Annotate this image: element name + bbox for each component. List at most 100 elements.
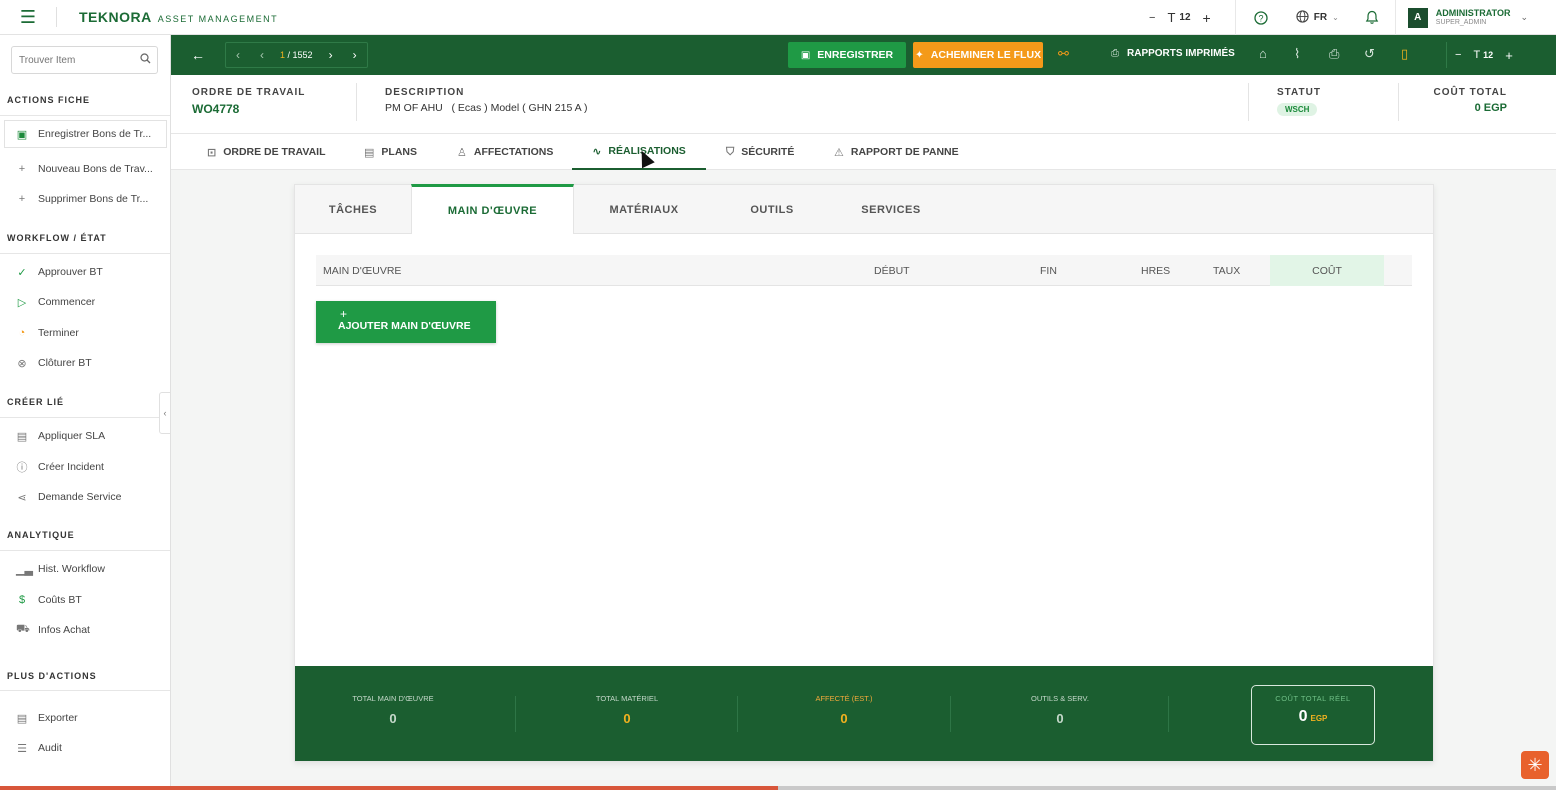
total-tools-label: OUTILS & SERV. [1031,694,1089,703]
play-icon: ▷ [17,296,27,309]
search-icon[interactable] [140,53,151,67]
previous-page-icon[interactable]: ‹ [250,48,274,62]
divider [1248,83,1249,121]
tab-safety[interactable]: ⛉ SÉCURITÉ [726,134,794,170]
sidebar-item-label: Appliquer SLA [38,430,106,442]
bell-icon[interactable] [1349,0,1395,35]
route-workflow-label: ACHEMINER LE FLUX [930,49,1042,61]
subtab-tasks[interactable]: TÂCHES [295,185,411,234]
total-material-label: TOTAL MATÉRIEL [595,694,659,703]
section-analytics-heading: ANALYTIQUE [7,530,75,540]
sidebar-item-service[interactable]: ⋖ Demande Service [0,483,170,511]
language-selector[interactable]: FR ⌄ [1286,0,1349,35]
subtab-labor[interactable]: MAIN D'ŒUVRE [411,184,574,234]
back-arrow-icon[interactable]: ← [171,35,225,75]
tab-failure-report[interactable]: ⚠ RAPPORT DE PANNE [834,134,959,170]
sidebar-item-finish[interactable]: ◔ Terminer [0,319,170,347]
chevron-down-icon: ⌄ [1332,13,1339,22]
description-label: DESCRIPTION [385,87,465,98]
real-total-label: COÛT TOTAL RÉEL [1275,694,1351,703]
subtab-services[interactable]: SERVICES [843,185,939,234]
sidebar-item-start[interactable]: ▷ Commencer [0,288,170,316]
sidebar-item-audit[interactable]: ☰ Audit [0,734,170,762]
top-right-controls: − T 12 + ? FR ⌄ A ADMINISTRATOR SUPER_AD… [1139,0,1556,35]
list-icon: ☰ [17,742,27,755]
printed-reports-button[interactable]: RAPPORTS IMPRIMÉS [1127,48,1235,59]
shield-icon: ⛉ [726,145,735,158]
tab-assignments[interactable]: ♙ AFFECTATIONS [457,134,553,170]
column-start: DÉBUT [874,264,910,277]
help-icon[interactable]: ? [1236,0,1286,35]
divider [737,696,738,732]
font-size-icon: T [1167,10,1176,25]
close-circle-icon: ⊗ [17,357,27,370]
toolbar-font-control: − T 12 + [1446,42,1513,68]
tag-icon[interactable]: ⌂ [1259,46,1267,61]
sidebar-item-label: Coûts BT [38,594,82,606]
user-name: ADMINISTRATOR [1435,7,1511,18]
sidebar-item-export[interactable]: ▤ Exporter [0,704,170,732]
route-workflow-button[interactable]: ✦ ACHEMINER LE FLUX [913,42,1043,68]
sidebar-item-new[interactable]: + Nouveau Bons de Trav... [0,155,170,183]
tab-work-order[interactable]: ⊡ ORDRE DE TRAVAIL [207,134,326,170]
sub-tabs: TÂCHES MAIN D'ŒUVRE MATÉRIAUX OUTILS SER… [295,184,1433,234]
font-size-icon: T [1473,49,1481,61]
work-order-status: STATUT WSCH [1277,87,1321,116]
column-hours: HRES [1141,264,1171,277]
work-order-value: WO4778 [192,102,240,116]
sidebar-item-label: Audit [38,742,62,754]
search-input[interactable] [19,54,129,66]
assistant-icon[interactable]: ✳ [1521,751,1549,779]
tab-plans[interactable]: ▤ PLANS [364,134,417,170]
decrease-font-icon[interactable]: − [1149,12,1155,24]
last-page-icon[interactable]: › [343,48,367,62]
history-icon[interactable]: ↺ [1364,46,1375,62]
decrease-font-icon[interactable]: − [1455,49,1461,61]
sidebar-item-incident[interactable]: ⓘ Créer Incident [0,453,170,481]
real-total-currency: EGP [1310,714,1328,723]
sidebar-item-save[interactable]: ▣ Enregistrer Bons de Tr... [4,120,167,148]
total-material: TOTAL MATÉRIEL 0 [567,694,687,726]
increase-font-icon[interactable]: + [1203,10,1211,26]
real-total-value: 0 EGP [1252,708,1374,726]
attachment-icon[interactable]: ⌇ [1294,46,1300,62]
sidebar-item-purchase[interactable]: ⛟ Infos Achat [0,616,170,644]
divider [950,696,951,732]
sidebar-item-costs[interactable]: $ Coûts BT [0,586,170,614]
first-page-icon[interactable]: ‹ [226,48,250,62]
sidebar-collapse-button[interactable]: ‹ [159,392,171,434]
total-assigned-label: AFFECTÉ (EST.) [815,694,873,703]
device-icon[interactable]: ▯ [1401,46,1408,62]
save-button[interactable]: ▣ ENREGISTRER [788,42,906,68]
user-menu[interactable]: A ADMINISTRATOR SUPER_ADMIN ⌄ [1396,0,1556,35]
print-icon[interactable]: ⎙ [1329,46,1339,62]
chevron-down-icon: ⌄ [1520,12,1528,22]
globe-icon [1296,9,1309,26]
sidebar-item-history[interactable]: ▁▃ Hist. Workflow [0,555,170,583]
sidebar-item-label: Nouveau Bons de Trav... [38,163,153,175]
subtab-materials[interactable]: MATÉRIAUX [585,185,703,234]
brand[interactable]: TEKNORA ASSET MANAGEMENT [79,9,278,25]
sidebar-item-close[interactable]: ⊗ Clôturer BT [0,349,170,377]
route-icon[interactable]: ⚯ [1058,46,1069,62]
save-icon: ▣ [16,128,28,141]
save-icon: ▣ [800,49,811,61]
menu-icon[interactable]: ☰ [0,0,56,35]
increase-font-icon[interactable]: + [1505,48,1513,63]
section-actions-heading: ACTIONS FICHE [7,95,91,105]
sidebar-item-delete[interactable]: + Supprimer Bons de Tr... [0,185,170,213]
brand-logo: TEKNORA [79,9,152,25]
status-label: STATUT [1277,87,1321,98]
sidebar-item-label: Exporter [38,712,78,724]
search-box [11,46,158,74]
user-role: SUPER_ADMIN [1435,18,1487,26]
sidebar-item-sla[interactable]: ▤ Appliquer SLA [0,422,170,450]
sidebar-item-approve[interactable]: ✓ Approuver BT [0,258,170,286]
subtab-tools[interactable]: OUTILS [727,185,817,234]
section-workflow-heading: WORKFLOW / ÉTAT [7,233,107,243]
brand-subtitle: ASSET MANAGEMENT [157,14,279,24]
divider [0,550,170,551]
sidebar-item-label: Clôturer BT [38,357,92,369]
add-labor-button[interactable]: + AJOUTER MAIN D'ŒUVRE [316,301,496,343]
next-page-icon[interactable]: › [319,48,343,62]
